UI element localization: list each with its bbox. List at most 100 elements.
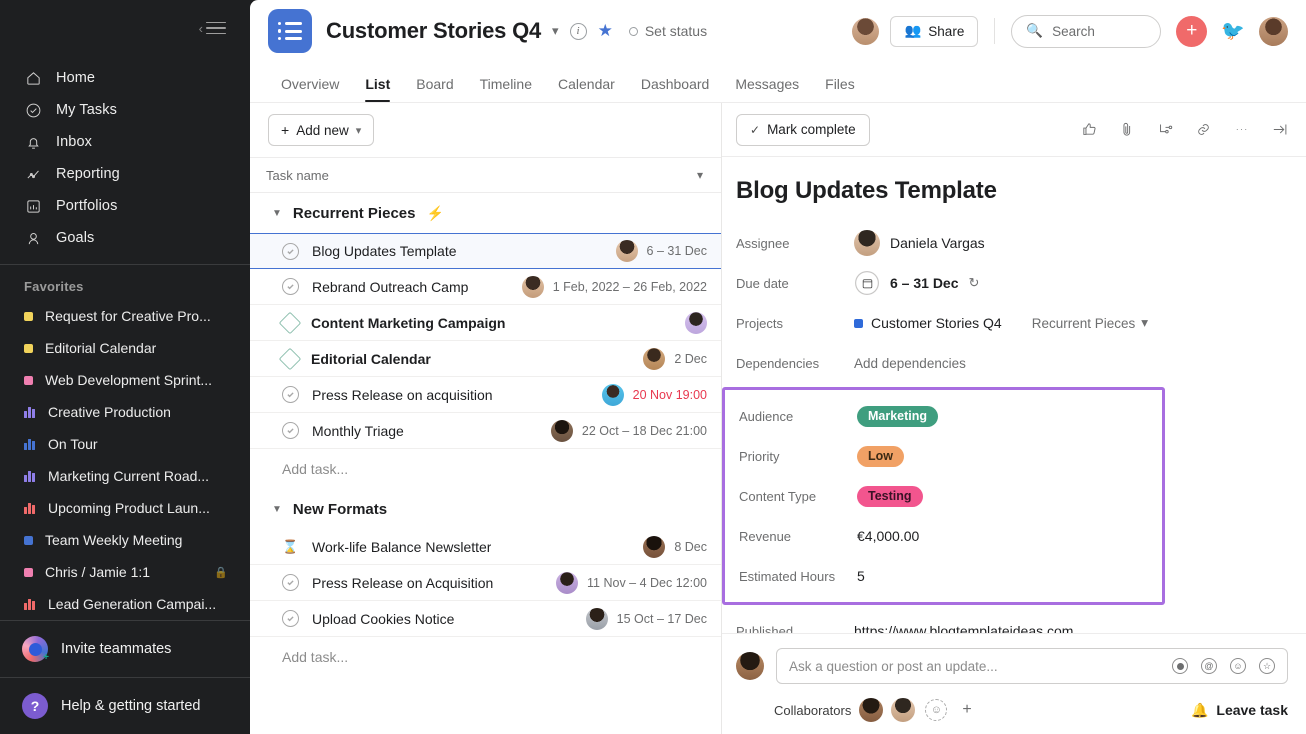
- caret-down-icon[interactable]: ▼: [272, 208, 282, 219]
- favorite-item[interactable]: Lead Generation Campai...: [0, 588, 250, 620]
- tab-overview[interactable]: Overview: [268, 76, 352, 102]
- thumbs-up-icon[interactable]: [1080, 121, 1098, 139]
- avatar[interactable]: [891, 698, 916, 722]
- tab-calendar[interactable]: Calendar: [545, 76, 628, 102]
- tab-files[interactable]: Files: [812, 76, 868, 102]
- table-row[interactable]: Press Release on Acquisition 11 Nov – 4 …: [250, 565, 721, 601]
- hourglass-icon[interactable]: ⌛: [282, 538, 299, 555]
- published-url[interactable]: https://www.blogtemplateideas.com: [854, 623, 1073, 633]
- sidebar-item-portfolios[interactable]: Portfolios: [0, 190, 250, 222]
- add-task-button[interactable]: Add task...: [250, 637, 721, 677]
- check-circle-icon[interactable]: [282, 242, 299, 260]
- collapse-sidebar-button[interactable]: ‹: [199, 22, 226, 35]
- status-badge[interactable]: Marketing: [857, 405, 939, 427]
- avatar[interactable]: [556, 571, 579, 594]
- table-row[interactable]: Blog Updates Template 6 – 31 Dec: [250, 233, 721, 269]
- chevron-down-icon[interactable]: ▾: [697, 168, 703, 182]
- favorite-item[interactable]: On Tour: [0, 428, 250, 460]
- user-avatar[interactable]: [1259, 16, 1288, 46]
- emoji-icon[interactable]: ☺: [1230, 658, 1246, 674]
- status-badge[interactable]: Low: [857, 445, 904, 467]
- add-new-button[interactable]: + Add new ▾: [268, 114, 375, 146]
- avatar[interactable]: [643, 347, 666, 370]
- favorite-item[interactable]: Upcoming Product Laun...: [0, 492, 250, 524]
- table-row[interactable]: Press Release on acquisition 20 Nov 19:0…: [250, 377, 721, 413]
- record-icon[interactable]: [1172, 658, 1188, 674]
- favorite-item[interactable]: Request for Creative Pro...: [0, 300, 250, 332]
- search-input[interactable]: 🔍 Search: [1011, 14, 1162, 48]
- avatar[interactable]: [852, 17, 880, 45]
- add-task-button[interactable]: Add task...: [250, 449, 721, 489]
- check-circle-icon[interactable]: [282, 422, 299, 439]
- avatar[interactable]: [601, 383, 624, 406]
- mascot-icon[interactable]: 🐦: [1221, 19, 1245, 43]
- section-header-new-formats[interactable]: ▼ New Formats: [250, 489, 721, 529]
- favorite-item[interactable]: Web Development Sprint...: [0, 364, 250, 396]
- favorite-item[interactable]: Marketing Current Road...: [0, 460, 250, 492]
- field-value[interactable]: Daniela Vargas: [854, 230, 985, 256]
- mention-icon[interactable]: @: [1201, 658, 1217, 674]
- avatar[interactable]: [859, 698, 884, 722]
- subtask-icon[interactable]: [1156, 121, 1174, 139]
- field-value[interactable]: 5: [857, 568, 865, 584]
- avatar[interactable]: [685, 311, 707, 334]
- tab-timeline[interactable]: Timeline: [467, 76, 545, 102]
- tab-messages[interactable]: Messages: [722, 76, 812, 102]
- avatar[interactable]: [643, 535, 666, 558]
- leave-task-button[interactable]: 🔔 Leave task: [1191, 702, 1288, 719]
- table-row[interactable]: Monthly Triage 22 Oct – 18 Dec 21:00: [250, 413, 721, 449]
- table-row[interactable]: Upload Cookies Notice 15 Oct – 17 Dec: [250, 601, 721, 637]
- field-value[interactable]: 6 – 31 Dec ↻: [854, 270, 979, 296]
- favorite-item[interactable]: Team Weekly Meeting: [0, 524, 250, 556]
- sidebar-item-reporting[interactable]: Reporting: [0, 158, 250, 190]
- invite-teammates-button[interactable]: + Invite teammates: [0, 621, 250, 677]
- favorite-item[interactable]: Editorial Calendar: [0, 332, 250, 364]
- status-badge[interactable]: Testing: [857, 485, 923, 507]
- info-icon[interactable]: i: [569, 22, 587, 40]
- project-section-dropdown[interactable]: Recurrent Pieces ▾: [1032, 315, 1148, 331]
- sidebar-item-inbox[interactable]: Inbox: [0, 126, 250, 158]
- tab-dashboard[interactable]: Dashboard: [628, 76, 723, 102]
- avatar[interactable]: [585, 607, 608, 630]
- check-circle-icon[interactable]: [282, 386, 299, 403]
- milestone-diamond-icon[interactable]: [278, 311, 302, 334]
- sidebar-item-goals[interactable]: Goals: [0, 222, 250, 254]
- task-list-scroller[interactable]: ▼ Recurrent Pieces ⚡ Blog Updates Templa…: [250, 193, 721, 734]
- caret-down-icon[interactable]: ▼: [272, 504, 282, 515]
- set-status-button[interactable]: Set status: [628, 23, 707, 39]
- avatar[interactable]: [521, 275, 544, 298]
- milestone-diamond-icon[interactable]: [278, 347, 302, 370]
- project-chip[interactable]: Customer Stories Q4: [854, 315, 1002, 331]
- sticker-icon[interactable]: ☆: [1259, 658, 1275, 674]
- check-circle-icon[interactable]: [282, 278, 299, 295]
- close-panel-icon[interactable]: [1270, 121, 1288, 139]
- avatar[interactable]: [615, 240, 638, 262]
- comment-input[interactable]: Ask a question or post an update... @ ☺ …: [776, 648, 1288, 684]
- favorite-item[interactable]: Creative Production: [0, 396, 250, 428]
- tab-list[interactable]: List: [352, 76, 403, 102]
- table-row[interactable]: Content Marketing Campaign: [250, 305, 721, 341]
- share-button[interactable]: 👥 Share: [890, 15, 979, 47]
- add-collaborator-button[interactable]: +: [962, 701, 971, 719]
- sidebar-item-my-tasks[interactable]: My Tasks: [0, 94, 250, 126]
- table-row[interactable]: Editorial Calendar 2 Dec: [250, 341, 721, 377]
- link-icon[interactable]: [1194, 121, 1212, 139]
- table-row[interactable]: Rebrand Outreach Camp 1 Feb, 2022 – 26 F…: [250, 269, 721, 305]
- mark-complete-button[interactable]: ✓ Mark complete: [736, 113, 870, 146]
- add-collaborator-icon[interactable]: ☺: [925, 699, 948, 721]
- table-row[interactable]: ⌛ Work-life Balance Newsletter 8 Dec: [250, 529, 721, 565]
- section-header-recurrent-pieces[interactable]: ▼ Recurrent Pieces ⚡: [250, 193, 721, 233]
- field-value[interactable]: €4,000.00: [857, 528, 919, 544]
- attachment-icon[interactable]: [1118, 121, 1136, 139]
- add-dependencies-button[interactable]: Add dependencies: [854, 356, 966, 371]
- avatar[interactable]: [550, 419, 573, 442]
- star-icon[interactable]: ★: [598, 21, 613, 41]
- help-button[interactable]: ? Help & getting started: [0, 678, 250, 734]
- create-button[interactable]: +: [1176, 15, 1208, 47]
- more-options-icon[interactable]: [1232, 121, 1250, 139]
- chevron-down-icon[interactable]: ▾: [552, 23, 559, 39]
- check-circle-icon[interactable]: [282, 574, 299, 591]
- task-title[interactable]: Blog Updates Template: [736, 177, 1284, 205]
- repeat-icon[interactable]: ↻: [969, 275, 980, 291]
- tab-board[interactable]: Board: [403, 76, 466, 102]
